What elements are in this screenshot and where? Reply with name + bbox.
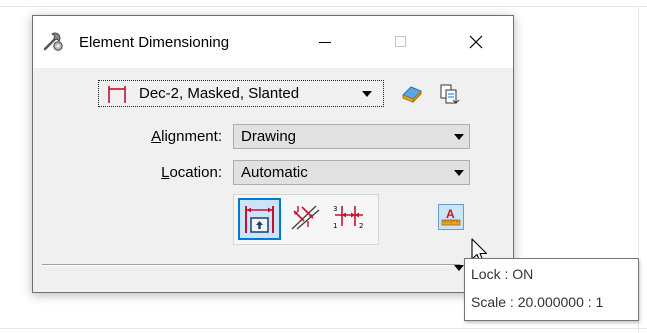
svg-text:3: 3 (333, 205, 337, 213)
dimension-style-dropdown[interactable]: Dec-2, Masked, Slanted (98, 80, 384, 107)
dimension-mode-group: 3 1 2 (233, 194, 379, 245)
text-style-letter: A (446, 207, 455, 221)
dimension-style-icon (108, 86, 126, 103)
eraser-icon[interactable] (400, 82, 424, 106)
element-dimensioning-dialog: Element Dimensioning Dec-2, Masked, Slan… (32, 15, 514, 293)
tooltip-lock-status: Lock : ON (471, 266, 534, 282)
close-icon (469, 35, 483, 49)
location-label-text: ocation: (169, 164, 222, 181)
title-bar[interactable]: Element Dimensioning (33, 16, 513, 68)
location-value: Automatic (241, 164, 308, 181)
dimension-linear-icon (245, 206, 274, 233)
expand-toggle-icon[interactable] (454, 265, 464, 271)
dimension-style-value: Dec-2, Masked, Slanted (139, 85, 300, 102)
maximize-button[interactable] (378, 16, 424, 68)
chevron-down-icon (362, 91, 372, 97)
minimize-button[interactable] (302, 16, 348, 68)
alignment-label-mnemonic: A (151, 128, 162, 145)
text-style-icon: A (441, 207, 461, 226)
svg-text:1: 1 (333, 222, 337, 230)
dimension-chain-icon: 3 1 2 (333, 205, 363, 230)
dimension-slant-button[interactable] (285, 198, 328, 240)
background-window-edge-bottom (0, 328, 647, 329)
close-button[interactable] (453, 16, 499, 68)
background-window-edge-top (0, 6, 647, 7)
alignment-value: Drawing (241, 128, 297, 145)
element-dimensioning-app-icon (43, 32, 63, 51)
minimize-icon (319, 42, 331, 43)
alignment-label: Alignment: (93, 128, 222, 145)
tooltip: Lock : ON Scale : 20.000000 : 1 (464, 258, 639, 321)
section-divider (42, 264, 460, 266)
text-style-button[interactable]: A (438, 204, 464, 230)
dimension-slant-icon (291, 205, 320, 230)
chevron-down-icon (454, 134, 464, 140)
location-dropdown[interactable]: Automatic (233, 160, 470, 185)
svg-text:2: 2 (359, 222, 363, 230)
dimension-linear-button[interactable] (238, 198, 281, 240)
location-label: Location: (93, 164, 222, 181)
copy-style-icon[interactable] (437, 82, 461, 106)
alignment-label-text: lignment: (161, 128, 222, 145)
tooltip-scale: Scale : 20.000000 : 1 (471, 294, 604, 310)
maximize-icon (395, 36, 406, 47)
alignment-dropdown[interactable]: Drawing (233, 124, 470, 149)
window-title: Element Dimensioning (79, 34, 230, 51)
dimension-chain-button[interactable]: 3 1 2 (330, 198, 373, 240)
chevron-down-icon (454, 170, 464, 176)
